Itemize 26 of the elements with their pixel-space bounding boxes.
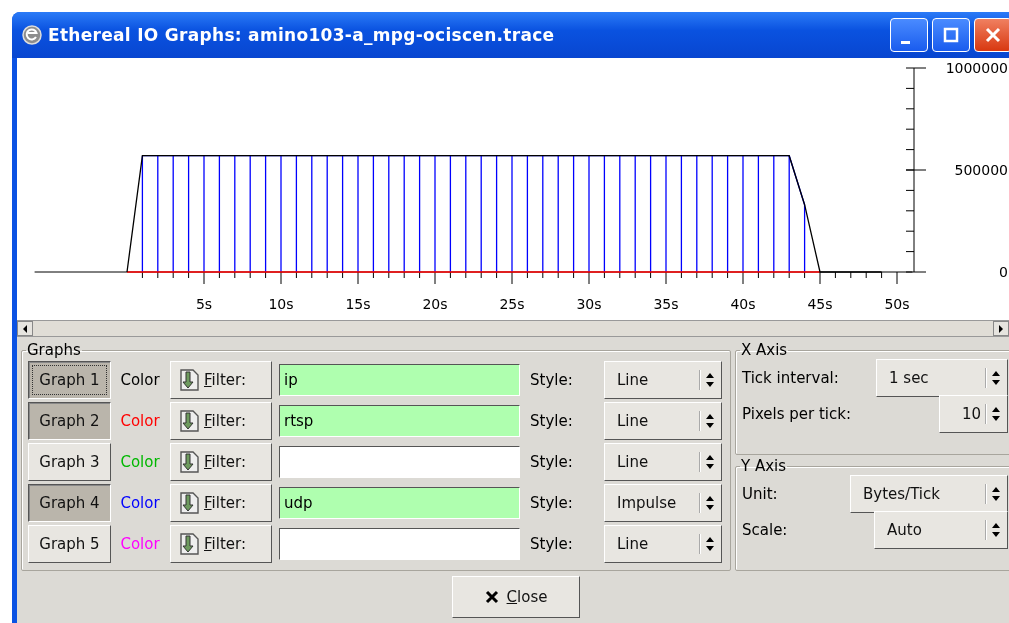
x-tick-label: 15s — [345, 296, 371, 312]
style-label: Style: — [530, 411, 574, 430]
x-tick-label: 50s — [884, 296, 910, 312]
x-tick-label: 10s — [268, 296, 294, 312]
group-title: X Axis — [740, 341, 789, 359]
x-tick-label: 35s — [653, 296, 679, 312]
style-label: Style: — [530, 452, 574, 471]
unit-label: Unit: — [742, 484, 778, 503]
y-tick-label: 0 — [999, 264, 1008, 280]
y-tick-label: 1000000 — [945, 60, 1008, 76]
y-tick-label: 500000 — [954, 162, 1008, 178]
x-tick-label: 40s — [730, 296, 756, 312]
x-tick-label: 20s — [422, 296, 448, 312]
tick-interval-label: Tick interval: — [742, 368, 839, 387]
pixels-per-tick-label: Pixels per tick: — [742, 404, 851, 423]
x-tick-label: 30s — [576, 296, 602, 312]
x-tick-label: 5s — [195, 296, 213, 312]
x-tick-label: 25s — [499, 296, 525, 312]
group-title: Graphs — [26, 341, 82, 359]
style-label: Style: — [530, 493, 574, 512]
style-label: Style: — [530, 534, 574, 553]
x-tick-label: 45s — [807, 296, 833, 312]
window-title: Ethereal IO Graphs: amino103-a_mpg-ociscen.trace — [48, 25, 555, 45]
scale-label: Scale: — [742, 520, 788, 539]
group-title: Y Axis — [740, 457, 788, 475]
style-label: Style: — [530, 370, 574, 389]
